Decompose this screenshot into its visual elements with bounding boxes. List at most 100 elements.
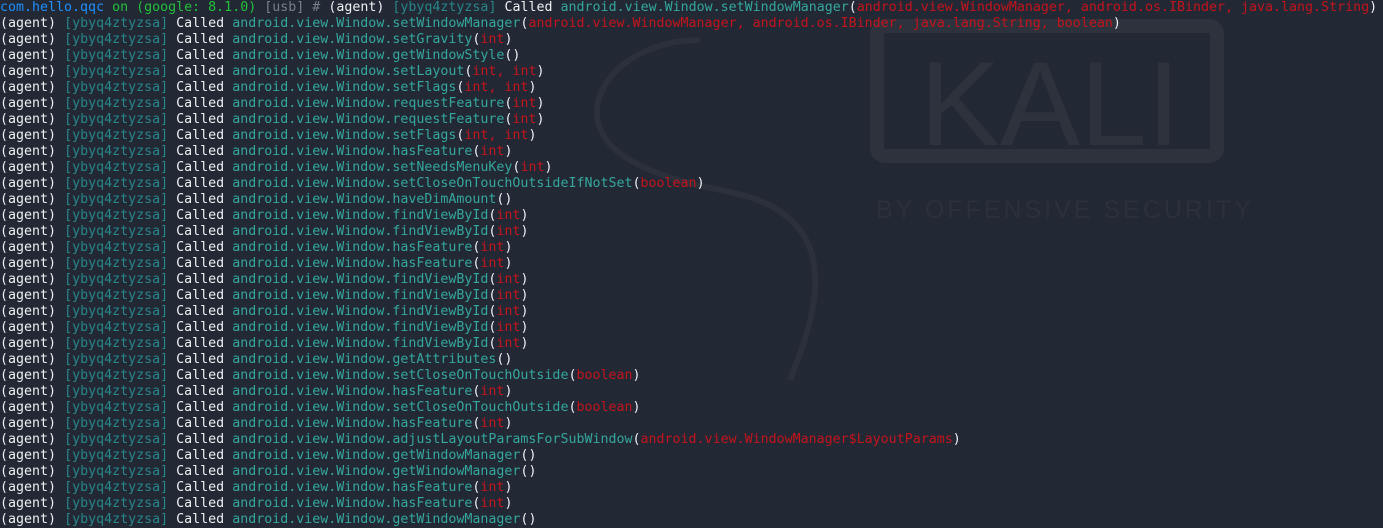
punctuation: [56, 480, 64, 495]
log-source: (agent): [0, 144, 57, 159]
punctuation: [56, 496, 64, 511]
class-name: android.view.Window.: [232, 400, 393, 415]
session-id: [ybyq4ztyzsa]: [64, 112, 169, 127]
log-source: (agent): [0, 432, 57, 447]
log-line: (agent) [ybyq4ztyzsa] Called android.vie…: [0, 224, 1377, 240]
punctuation: [56, 432, 64, 447]
method-args: int: [520, 160, 545, 175]
punctuation: ): [520, 272, 529, 287]
method-name: requestFeature: [392, 96, 505, 111]
log-verb: Called: [176, 432, 225, 447]
log-source: (agent): [0, 48, 57, 63]
log-verb: Called: [176, 112, 225, 127]
class-name: android.view.Window.: [232, 384, 393, 399]
log-source: (agent): [0, 496, 57, 511]
method-name: getWindowManager: [392, 448, 521, 463]
punctuation: ): [536, 112, 545, 127]
punctuation: ): [504, 256, 513, 271]
class-name: android.view.Window.: [232, 304, 393, 319]
log-verb: Called: [176, 496, 225, 511]
punctuation: [168, 240, 176, 255]
punctuation: ): [528, 128, 537, 143]
prompt-transport: [usb]: [264, 0, 305, 15]
punctuation: [56, 256, 64, 271]
session-id: [ybyq4ztyzsa]: [64, 48, 169, 63]
log-line: (agent) [ybyq4ztyzsa] Called android.vie…: [0, 144, 1377, 160]
punctuation: ): [504, 32, 513, 47]
log-line: (agent) [ybyq4ztyzsa] Called android.vie…: [0, 368, 1377, 384]
log-source: (agent): [328, 0, 385, 15]
punctuation: [56, 272, 64, 287]
punctuation: ): [952, 432, 961, 447]
log-verb: Called: [176, 384, 225, 399]
class-name: android.view.Window.: [232, 48, 393, 63]
punctuation: [168, 80, 176, 95]
log-source: (agent): [0, 128, 57, 143]
log-line: (agent) [ybyq4ztyzsa] Called android.vie…: [0, 320, 1377, 336]
method-name: setCloseOnTouchOutside: [392, 368, 569, 383]
prompt-on: on: [112, 0, 129, 15]
class-name: android.view.Window.: [232, 256, 393, 271]
log-source: (agent): [0, 64, 57, 79]
punctuation: ): [520, 336, 529, 351]
method-args: int, int: [472, 64, 537, 79]
log-verb: Called: [176, 416, 225, 431]
log-line: (agent) [ybyq4ztyzsa] Called android.vie…: [0, 208, 1377, 224]
log-source: (agent): [0, 480, 57, 495]
log-line: (agent) [ybyq4ztyzsa] Called android.vie…: [0, 128, 1377, 144]
session-id: [ybyq4ztyzsa]: [64, 96, 169, 111]
class-name: android.view.Window.: [232, 368, 393, 383]
log-source: (agent): [0, 272, 57, 287]
session-id: [ybyq4ztyzsa]: [64, 464, 169, 479]
punctuation: [56, 320, 64, 335]
punctuation: [56, 400, 64, 415]
punctuation: [56, 288, 64, 303]
punctuation: ): [504, 480, 513, 495]
method-name: findViewById: [392, 272, 489, 287]
log-verb: Called: [176, 512, 225, 527]
punctuation: [168, 512, 176, 527]
method-args: int: [496, 208, 521, 223]
method-name: findViewById: [392, 336, 489, 351]
log-line: (agent) [ybyq4ztyzsa] Called android.vie…: [0, 48, 1377, 64]
log-verb: Called: [176, 400, 225, 415]
method-args: int: [496, 320, 521, 335]
log-verb: Called: [176, 32, 225, 47]
log-verb: Called: [176, 304, 225, 319]
punctuation: [168, 64, 176, 79]
log-source: (agent): [0, 112, 57, 127]
class-name: android.view.Window.: [232, 224, 393, 239]
log-source: (agent): [0, 400, 57, 415]
method-name: getWindowManager: [392, 464, 521, 479]
log-source: (agent): [0, 240, 57, 255]
log-line: (agent) [ybyq4ztyzsa] Called android.vie…: [0, 464, 1377, 480]
class-name: android.view.Window.: [232, 352, 393, 367]
punctuation: [56, 64, 64, 79]
method-name: setFlags: [392, 80, 457, 95]
punctuation: ): [632, 400, 641, 415]
log-verb: Called: [176, 96, 225, 111]
log-source: (agent): [0, 176, 57, 191]
punctuation: [56, 224, 64, 239]
class-name: android.view.Window.: [232, 16, 393, 31]
method-name: hasFeature: [392, 384, 473, 399]
method-name: findViewById: [392, 208, 489, 223]
log-verb: Called: [176, 480, 225, 495]
method-args: int: [480, 144, 505, 159]
method-args: int: [480, 240, 505, 255]
log-source: (agent): [0, 32, 57, 47]
class-name: android.view.Window.: [232, 80, 393, 95]
session-id: [ybyq4ztyzsa]: [64, 448, 169, 463]
method-name: hasFeature: [392, 496, 473, 511]
method-args: int: [480, 384, 505, 399]
session-id: [ybyq4ztyzsa]: [64, 128, 169, 143]
method-args: int: [480, 32, 505, 47]
log-line: (agent) [ybyq4ztyzsa] Called android.vie…: [0, 64, 1377, 80]
method-args: int: [496, 304, 521, 319]
punctuation: [168, 336, 176, 351]
punctuation: ): [504, 240, 513, 255]
session-id: [ybyq4ztyzsa]: [64, 512, 169, 527]
log-source: (agent): [0, 416, 57, 431]
log-source: (agent): [0, 80, 57, 95]
terminal-output[interactable]: com.hello.qqc on (google: 8.1.0) [usb] #…: [0, 0, 1377, 528]
